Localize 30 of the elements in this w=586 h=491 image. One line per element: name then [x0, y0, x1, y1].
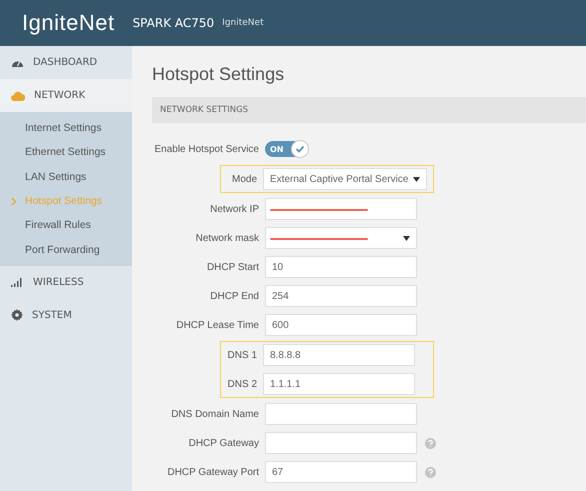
submenu-item[interactable]: Internet Settings: [0, 116, 132, 140]
input-field[interactable]: 1.1.1.1: [263, 373, 415, 395]
field-label: DNS 1: [226, 350, 257, 360]
field-label: DNS 2: [226, 378, 257, 390]
submenu-item[interactable]: LAN Settings: [0, 164, 132, 189]
input-field[interactable]: 10: [265, 256, 417, 278]
input-field[interactable]: 254: [265, 285, 417, 307]
submenu-item[interactable]: Ethernet Settings: [0, 140, 132, 165]
field-label: DHCP Gateway Port: [166, 466, 259, 478]
input-field[interactable]: 8.8.8.8: [263, 344, 415, 366]
field-label: DHCP Lease Time: [175, 320, 259, 330]
input-field[interactable]: 67: [265, 461, 417, 483]
field-label: Enable Hotspot Service: [153, 144, 259, 154]
field-label: Mode: [230, 174, 257, 184]
submenu-item[interactable]: Port Forwarding: [0, 237, 132, 262]
field-label: DHCP Gateway: [188, 438, 259, 448]
device-name: SPARK AC750: [132, 16, 214, 30]
field-label: DNS Domain Name: [170, 408, 259, 420]
dropdown[interactable]: External Captive Portal Service: [263, 168, 427, 190]
nav-item[interactable]: NETWORK: [0, 79, 132, 112]
brand-name: IgniteNet: [222, 18, 264, 28]
field-label: DHCP End: [209, 290, 259, 302]
input-field[interactable]: 600: [265, 314, 417, 336]
logo: IgniteNet: [22, 10, 115, 36]
field-label: Network mask: [194, 232, 259, 244]
field-label: DHCP Start: [206, 262, 259, 272]
section-header: NETWORK SETTINGS: [152, 97, 586, 123]
page-title: Hotspot Settings: [152, 64, 286, 85]
field-label: Network IP: [209, 204, 259, 214]
submenu-item[interactable]: Firewall Rules: [0, 213, 132, 238]
